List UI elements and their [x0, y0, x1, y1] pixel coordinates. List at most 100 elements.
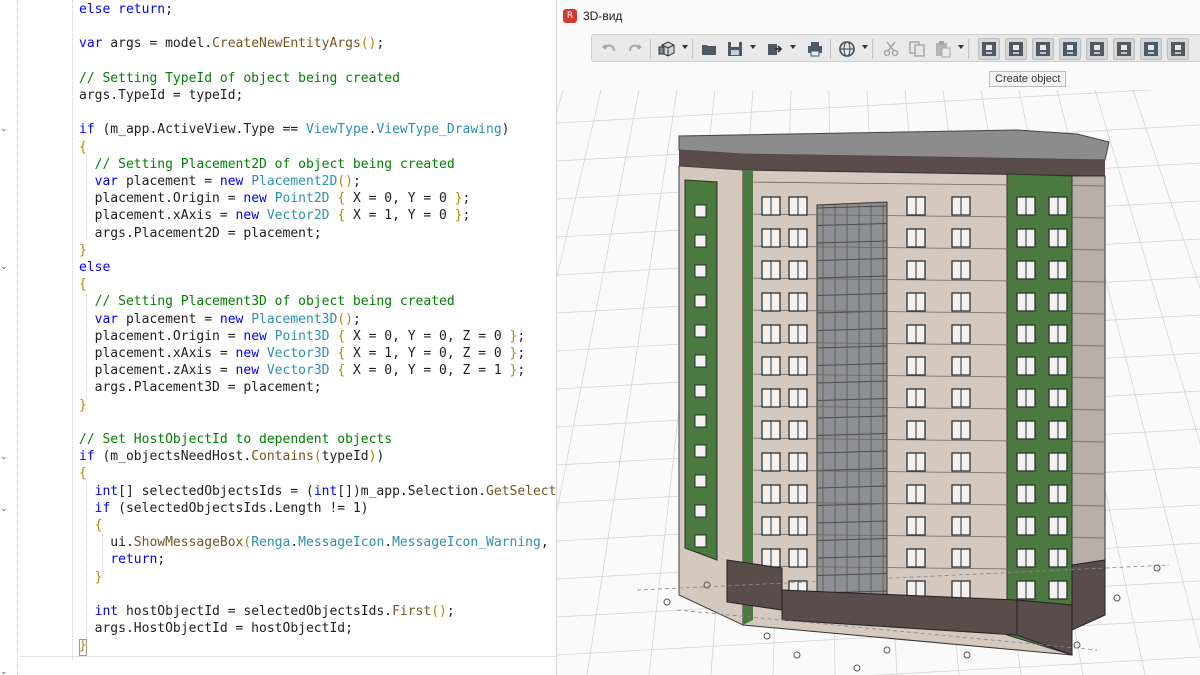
- code-line[interactable]: if (m_objectsNeedHost.Contains(typeId)): [79, 448, 384, 465]
- code-token: (m_app.ActiveView.Type ==: [94, 122, 306, 138]
- window: [694, 324, 707, 338]
- 3d-scene-viewport[interactable]: [557, 90, 1200, 675]
- code-token: Vector3D: [266, 346, 330, 361]
- paste-dropdown-arrow[interactable]: [958, 45, 964, 49]
- code-line[interactable]: int hostObjectId = selectedObjectsIds.Fi…: [79, 603, 455, 620]
- save-button[interactable]: [724, 38, 746, 60]
- fold-chevron-icon[interactable]: ⌄: [0, 262, 10, 272]
- undo-button[interactable]: [598, 38, 620, 60]
- export-dropdown-arrow[interactable]: [790, 45, 796, 49]
- fold-chevron-icon[interactable]: ⌄: [0, 504, 10, 514]
- create-object-button[interactable]: [978, 38, 1000, 60]
- code-line[interactable]: {: [79, 276, 87, 293]
- orbit-dropdown-arrow[interactable]: [862, 45, 868, 49]
- code-line[interactable]: if (m_app.ActiveView.Type == ViewType.Vi…: [79, 121, 510, 138]
- code-line[interactable]: // Set HostObjectId to dependent objects: [79, 431, 392, 448]
- code-line[interactable]: args.Placement2D = placement;: [79, 225, 322, 242]
- code-token: {: [337, 363, 346, 379]
- code-line[interactable]: {: [79, 465, 87, 482]
- green-band: [743, 170, 753, 625]
- code-token: {: [337, 346, 346, 361]
- command-6-icon: [1117, 42, 1131, 56]
- code-line[interactable]: return;: [79, 551, 165, 568]
- fold-chevron-icon[interactable]: ⌄: [0, 667, 10, 675]
- code-line[interactable]: }: [79, 569, 103, 586]
- code-token: ;: [462, 191, 471, 207]
- command-button[interactable]: [1032, 38, 1054, 60]
- code-line[interactable]: }: [79, 397, 87, 414]
- code-line[interactable]: var args = model.CreateNewEntityArgs();: [79, 35, 384, 52]
- code-token: X = 0, Y = 0, Z = 0: [345, 328, 510, 344]
- code-token: ;: [376, 36, 385, 52]
- code-line[interactable]: else: [79, 259, 110, 276]
- export-button[interactable]: [764, 38, 786, 60]
- code-line[interactable]: int[] selectedObjectsIds = (int[])m_app.…: [79, 483, 556, 500]
- command-button[interactable]: [1167, 38, 1189, 60]
- code-line[interactable]: placement.xAxis = new Vector2D { X = 1, …: [79, 207, 471, 224]
- code-token: MessageIcon_Warning: [392, 535, 541, 551]
- code-token: X = 1, Y = 0: [345, 208, 455, 224]
- window: [694, 414, 707, 428]
- code-token: {: [337, 328, 346, 344]
- code-line[interactable]: placement.Origin = new Point2D { X = 0, …: [79, 190, 471, 207]
- building-model[interactable]: [678, 129, 1110, 656]
- copy-button[interactable]: [906, 38, 928, 60]
- tooltip: Create object: [989, 71, 1067, 87]
- code-line[interactable]: // Setting Placement2D of object being c…: [79, 156, 455, 173]
- cut-button[interactable]: [880, 38, 902, 60]
- command-button[interactable]: [1059, 38, 1081, 60]
- orbit-button[interactable]: [836, 38, 858, 60]
- code-token: (): [360, 36, 377, 52]
- code-line[interactable]: var placement = new Placement3D();: [79, 311, 361, 328]
- print-button[interactable]: [804, 38, 826, 60]
- code-token: // Setting Placement3D of object being c…: [94, 294, 455, 310]
- code-token: else: [79, 260, 111, 275]
- redo-button[interactable]: [624, 38, 646, 60]
- command-button[interactable]: [1086, 38, 1108, 60]
- paste-icon: [936, 41, 951, 58]
- code-line[interactable]: if (selectedObjectsIds.Length != 1): [79, 500, 369, 517]
- code-editor[interactable]: ⌄ ⌄ ⌄ ⌄ ⌄ else return; var args = model.C…: [0, 0, 556, 675]
- code-token: placement.xAxis =: [79, 208, 236, 224]
- code-token: ;: [352, 174, 361, 189]
- 3d-view-window[interactable]: R 3D-вид Create object: [556, 0, 1200, 675]
- fold-chevron-icon[interactable]: ⌄: [0, 452, 10, 462]
- code-line[interactable]: // Setting TypeId of object being create…: [79, 70, 400, 87]
- code-line[interactable]: args.TypeId = typeId;: [79, 87, 243, 104]
- axis-marker-icon: [793, 651, 801, 659]
- view-cube-icon: [658, 41, 675, 57]
- code-token: args.Placement3D = placement;: [79, 380, 322, 396]
- open-button[interactable]: [698, 38, 720, 60]
- code-line[interactable]: }: [79, 242, 87, 259]
- code-line[interactable]: var placement = new Placement2D();: [79, 173, 361, 190]
- grid-line: [586, 90, 678, 675]
- editor-divider: [20, 656, 556, 657]
- command-button[interactable]: [1005, 38, 1027, 60]
- code-line[interactable]: ui.ShowMessageBox(Renga.MessageIcon.Mess…: [79, 534, 556, 551]
- fold-chevron-icon[interactable]: ⌄: [0, 124, 10, 134]
- code-line[interactable]: // Setting Placement3D of object being c…: [79, 293, 455, 310]
- command-button[interactable]: [1113, 38, 1135, 60]
- code-line[interactable]: args.Placement3D = placement;: [79, 379, 322, 396]
- code-line[interactable]: {: [79, 139, 87, 156]
- paste-button[interactable]: [932, 38, 954, 60]
- code-line[interactable]: placement.Origin = new Point3D { X = 0, …: [79, 328, 526, 345]
- code-line[interactable]: placement.zAxis = new Vector3D { X = 0, …: [79, 362, 526, 379]
- save-dropdown-arrow[interactable]: [750, 45, 756, 49]
- code-token: Renga: [251, 535, 291, 551]
- code-token: ShowMessageBox: [133, 535, 244, 551]
- command-button[interactable]: [1140, 38, 1162, 60]
- view-cube-button[interactable]: [656, 38, 678, 60]
- code-line[interactable]: placement.xAxis = new Vector3D { X = 1, …: [79, 345, 526, 362]
- code-line[interactable]: args.HostObjectId = hostObjectId;: [79, 620, 353, 637]
- code-token: }: [454, 191, 463, 207]
- code-line[interactable]: else return;: [79, 1, 173, 18]
- view-cube-dropdown-arrow[interactable]: [682, 45, 688, 49]
- window: [694, 444, 707, 458]
- code-line[interactable]: {: [79, 517, 103, 534]
